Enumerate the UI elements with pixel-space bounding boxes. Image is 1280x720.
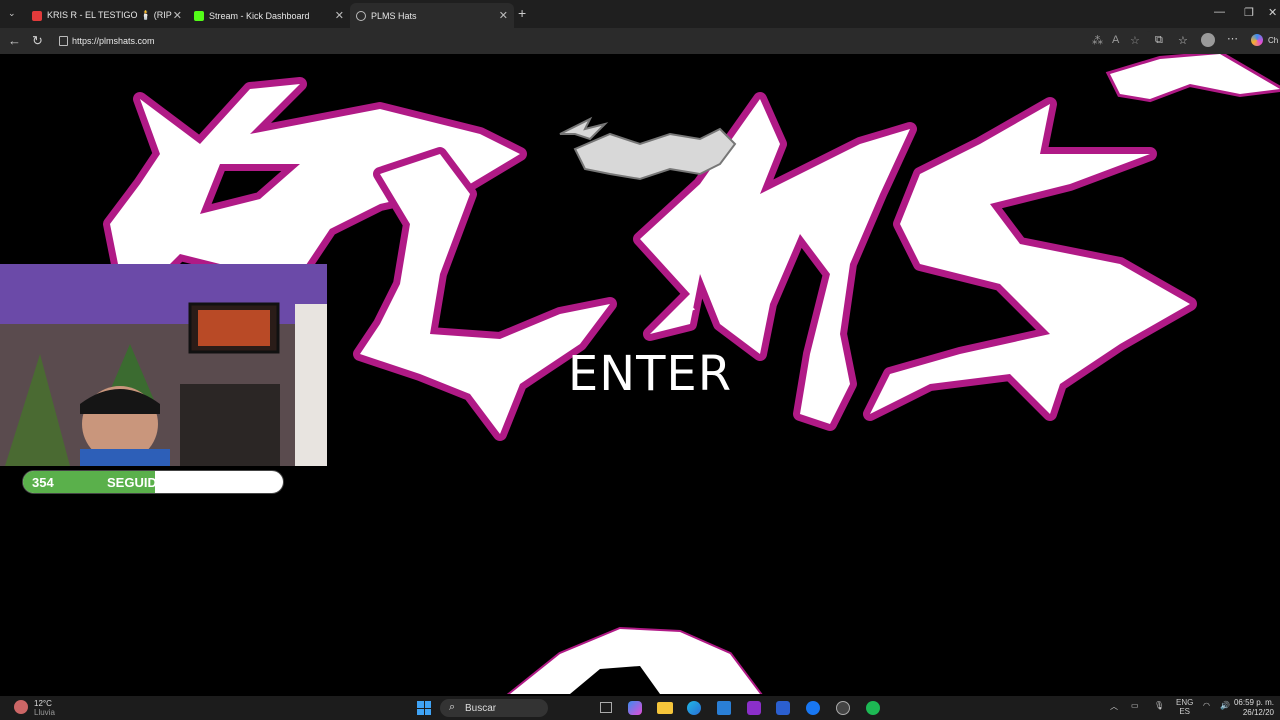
tab-list-icon[interactable]: ⌄ <box>8 8 16 19</box>
clock[interactable]: 06:59 p. m. 26/12/20 <box>1234 698 1274 718</box>
enter-button[interactable]: ENTER <box>560 346 740 402</box>
copilot-icon[interactable] <box>1251 34 1263 46</box>
weather-icon[interactable] <box>14 700 28 714</box>
tab-kick-dashboard[interactable]: Stream - Kick Dashboard ✕ <box>188 3 350 28</box>
weather-temp: 12°C <box>34 699 52 708</box>
wifi-icon[interactable]: ◠ <box>1203 701 1210 710</box>
translate-icon[interactable]: ⁂ <box>1092 34 1103 47</box>
edge-icon[interactable] <box>687 701 701 715</box>
windows-taskbar: 12°C Lluvia ⌕ Buscar ︿ ▭ 🎙 ENG ES ◠ 🔊 06… <box>0 696 1280 720</box>
chrome-emblem <box>559 116 737 181</box>
tab-kris-r[interactable]: KRIS R - EL TESTIGO 🕯️ (RIP PIRL( ✕ <box>26 3 188 28</box>
store-icon[interactable] <box>717 701 731 715</box>
clock-date: 26/12/20 <box>1242 708 1274 717</box>
youtube-icon <box>32 10 42 21</box>
back-icon[interactable]: ← <box>8 33 21 48</box>
start-icon[interactable] <box>417 701 431 715</box>
copilot-label: Ch <box>1268 36 1279 45</box>
url-field[interactable]: https://plmshats.com <box>52 31 1157 51</box>
read-aloud-icon[interactable]: A <box>1112 34 1119 46</box>
maximize-icon[interactable]: ❐ <box>1244 6 1254 19</box>
search-icon: ⌕ <box>449 701 456 713</box>
globe-icon <box>356 10 366 21</box>
search-placeholder: Buscar <box>465 702 497 714</box>
weather-widget[interactable]: 12°C Lluvia <box>34 699 55 717</box>
more-options-icon[interactable]: ⋯ <box>1227 32 1238 45</box>
microphone-icon[interactable]: 🎙 <box>1154 701 1164 710</box>
lang-bottom: ES <box>1179 707 1190 716</box>
followers-label: SEGUIDORES <box>107 475 194 490</box>
taskbar-search[interactable]: ⌕ Buscar <box>440 699 548 717</box>
webcam-overlay <box>0 264 327 466</box>
favorites-icon[interactable]: ☆ <box>1178 34 1188 47</box>
volume-icon[interactable]: 🔊 <box>1220 701 1230 710</box>
minimize-icon[interactable]: — <box>1214 6 1225 18</box>
clock-time: 06:59 p. m. <box>1233 698 1274 707</box>
new-tab-button[interactable]: + <box>518 5 526 21</box>
kick-icon <box>194 10 204 21</box>
lang-top: ENG <box>1176 698 1194 707</box>
weather-desc: Lluvia <box>34 708 55 717</box>
logo-letter-s <box>863 97 1197 421</box>
app-icon-blue[interactable] <box>776 701 790 715</box>
lock-icon <box>59 36 68 46</box>
brush-stroke-top-right <box>1105 54 1280 103</box>
close-window-icon[interactable]: ✕ <box>1268 6 1277 19</box>
obs-icon[interactable] <box>836 701 850 715</box>
followers-goal-bar: 354 SEGUIDORES 700 <box>22 470 284 494</box>
address-bar-row: ← ↻ https://plmshats.com ⁂ A ☆ ⧉ ☆ ⋯ Ch <box>0 28 1280 54</box>
close-icon[interactable]: ✕ <box>173 9 182 22</box>
app-icon-purple[interactable] <box>747 701 761 715</box>
language-indicator[interactable]: ENG ES <box>1176 698 1193 716</box>
webcam-feed <box>0 264 327 466</box>
tab-title: KRIS R - EL TESTIGO 🕯️ (RIP PIRL( <box>47 10 172 20</box>
url-text: https://plmshats.com <box>72 36 155 46</box>
browser-tab-bar: ⌄ KRIS R - EL TESTIGO 🕯️ (RIP PIRL( ✕ St… <box>0 0 1280 28</box>
close-icon[interactable]: ✕ <box>499 9 508 22</box>
profile-avatar[interactable] <box>1201 33 1215 47</box>
copilot-taskbar-icon[interactable] <box>628 701 642 715</box>
close-icon[interactable]: ✕ <box>335 9 344 22</box>
file-explorer-icon[interactable] <box>657 702 673 714</box>
tab-title: PLMS Hats <box>371 10 417 21</box>
task-view-icon[interactable] <box>600 702 612 713</box>
tray-chevron-icon[interactable]: ︿ <box>1110 701 1118 712</box>
extensions-icon[interactable]: ⧉ <box>1155 34 1163 47</box>
favorite-star-icon[interactable]: ☆ <box>1130 34 1140 47</box>
facebook-icon[interactable] <box>806 701 820 715</box>
tab-title: Stream - Kick Dashboard <box>209 10 310 21</box>
refresh-icon[interactable]: ↻ <box>32 33 43 49</box>
followers-goal: 700 <box>253 475 275 490</box>
spotify-icon[interactable] <box>866 701 880 715</box>
network-icon[interactable]: ▭ <box>1131 701 1139 710</box>
tab-plms-hats[interactable]: PLMS Hats ✕ <box>350 3 514 28</box>
